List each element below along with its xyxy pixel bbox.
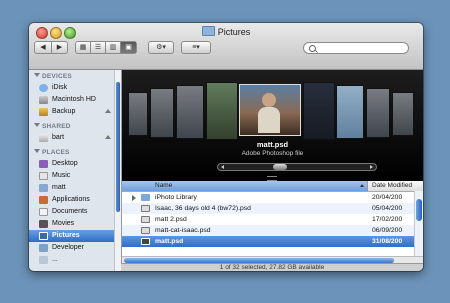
applications-icon bbox=[39, 196, 48, 204]
sort-ascending-icon bbox=[360, 184, 364, 187]
sidebar-heading-devices: DEVICES bbox=[34, 73, 72, 80]
list-vertical-scrollbar[interactable] bbox=[414, 191, 423, 256]
cover-flow-item[interactable] bbox=[336, 85, 364, 139]
cover-flow-scrollbar[interactable] bbox=[217, 163, 377, 171]
psd-file-icon bbox=[141, 205, 150, 212]
sidebar-item-desktop[interactable]: Desktop bbox=[29, 158, 115, 170]
cover-flow-item[interactable] bbox=[366, 88, 390, 138]
sidebar-scrollbar[interactable] bbox=[114, 70, 121, 271]
gear-icon: ⚙▾ bbox=[156, 44, 166, 51]
idisk-icon bbox=[39, 84, 48, 92]
title-bar: Pictures ◀ ▶ ▦ ☰ ▥ ▣ ⚙▾ ≡▾ bbox=[29, 23, 423, 70]
sidebar-item-bart[interactable]: bart bbox=[29, 132, 115, 144]
sidebar-item-documents[interactable]: Documents bbox=[29, 206, 115, 218]
movies-icon bbox=[39, 220, 48, 228]
sidebar-item-idisk[interactable]: iDisk bbox=[29, 82, 115, 94]
table-row[interactable]: Isaac, 36 days old 4 (bw72).psd 05/04/20… bbox=[122, 203, 414, 214]
coverflow-view-button[interactable]: ▣ bbox=[121, 42, 136, 53]
list-scroll-thumb[interactable] bbox=[416, 199, 422, 221]
cover-flow-area[interactable]: matt.psd Adobe Photoshop file bbox=[122, 70, 423, 181]
disclosure-triangle-icon[interactable] bbox=[132, 195, 136, 201]
scroll-left-icon[interactable] bbox=[221, 165, 224, 169]
back-forward-control: ◀ ▶ bbox=[34, 41, 68, 54]
photo-body bbox=[258, 107, 280, 133]
column-header-name[interactable]: Name bbox=[122, 181, 368, 191]
hard-drive-icon bbox=[39, 96, 48, 104]
table-row[interactable]: iPhoto Library 20/04/200 bbox=[122, 192, 414, 203]
back-arrow-icon[interactable]: ◀ bbox=[35, 42, 52, 53]
status-bar: 1 of 32 selected, 27.82 GB available bbox=[121, 263, 423, 271]
table-row[interactable]: matt-cat-isaac.psd 06/09/200 bbox=[122, 225, 414, 236]
cover-flow-item[interactable] bbox=[176, 85, 204, 139]
sidebar-item-applications[interactable]: Applications bbox=[29, 194, 115, 206]
sidebar-item-movies[interactable]: Movies bbox=[29, 218, 115, 230]
window-title: Pictures bbox=[217, 27, 251, 37]
eject-icon[interactable] bbox=[105, 109, 111, 113]
cover-flow-scroll-knob[interactable] bbox=[273, 164, 287, 170]
table-row[interactable]: matt 2.psd 17/02/200 bbox=[122, 214, 414, 225]
sidebar-item-backup[interactable]: Backup bbox=[29, 106, 115, 118]
arrange-menu-button[interactable]: ≡▾ bbox=[181, 41, 211, 54]
psd-file-icon bbox=[141, 238, 150, 245]
network-computer-icon bbox=[39, 134, 48, 142]
preview-file-name: matt.psd bbox=[256, 140, 289, 149]
sidebar-scroll-thumb[interactable] bbox=[116, 82, 120, 212]
finder-window: Pictures ◀ ▶ ▦ ☰ ▥ ▣ ⚙▾ ≡▾ DEVICES iDisk bbox=[29, 23, 423, 271]
column-view-button[interactable]: ▥ bbox=[106, 42, 121, 53]
folder-icon bbox=[39, 244, 48, 252]
file-list: Name Date Modified iPhoto Library 20/04/… bbox=[122, 181, 423, 256]
desktop-icon bbox=[39, 160, 48, 168]
icon-view-button[interactable]: ▦ bbox=[76, 42, 91, 53]
sidebar-item-macintosh-hd[interactable]: Macintosh HD bbox=[29, 94, 115, 106]
eject-icon[interactable] bbox=[105, 135, 111, 139]
psd-file-icon bbox=[141, 227, 150, 234]
sidebar-item-developer[interactable]: Developer bbox=[29, 242, 115, 254]
cover-flow-preview[interactable] bbox=[239, 84, 301, 136]
sidebar: DEVICES iDisk Macintosh HD Backup SHARED… bbox=[29, 70, 122, 271]
sidebar-item-more[interactable]: ... bbox=[29, 254, 115, 266]
pictures-icon bbox=[39, 232, 48, 240]
sidebar-item-pictures[interactable]: Pictures bbox=[29, 230, 115, 242]
sidebar-heading-shared: SHARED bbox=[34, 123, 71, 130]
window-title-container: Pictures bbox=[29, 26, 423, 38]
sidebar-heading-places: PLACES bbox=[34, 149, 70, 156]
cover-flow-item[interactable] bbox=[206, 82, 238, 140]
folder-icon bbox=[39, 256, 48, 264]
sidebar-item-matt[interactable]: matt bbox=[29, 182, 115, 194]
table-row-selected[interactable]: matt.psd 31/08/200 bbox=[122, 236, 414, 247]
psd-file-icon bbox=[141, 216, 150, 223]
search-input[interactable] bbox=[303, 42, 409, 54]
documents-icon bbox=[39, 208, 48, 216]
scroll-right-icon[interactable] bbox=[370, 165, 373, 169]
cover-flow-item[interactable] bbox=[150, 88, 174, 138]
preview-file-kind: Adobe Photoshop file bbox=[241, 150, 304, 157]
column-header-date-modified[interactable]: Date Modified bbox=[372, 181, 412, 191]
home-icon bbox=[39, 184, 48, 192]
external-drive-icon bbox=[39, 108, 48, 116]
folder-icon bbox=[201, 26, 215, 36]
list-view-button[interactable]: ☰ bbox=[91, 42, 106, 53]
photo-face bbox=[262, 93, 276, 107]
cover-flow-item[interactable] bbox=[392, 92, 414, 136]
view-switcher: ▦ ☰ ▥ ▣ bbox=[75, 41, 137, 54]
sidebar-item-music[interactable]: Music bbox=[29, 170, 115, 182]
list-header: Name Date Modified bbox=[122, 181, 423, 192]
folder-icon bbox=[141, 194, 150, 201]
music-note-icon bbox=[39, 172, 48, 180]
forward-arrow-icon[interactable]: ▶ bbox=[52, 42, 67, 53]
cover-flow-item[interactable] bbox=[303, 82, 335, 140]
arrange-icon: ≡▾ bbox=[192, 44, 200, 51]
cover-flow-item[interactable] bbox=[128, 92, 148, 136]
action-menu-button[interactable]: ⚙▾ bbox=[148, 41, 174, 54]
